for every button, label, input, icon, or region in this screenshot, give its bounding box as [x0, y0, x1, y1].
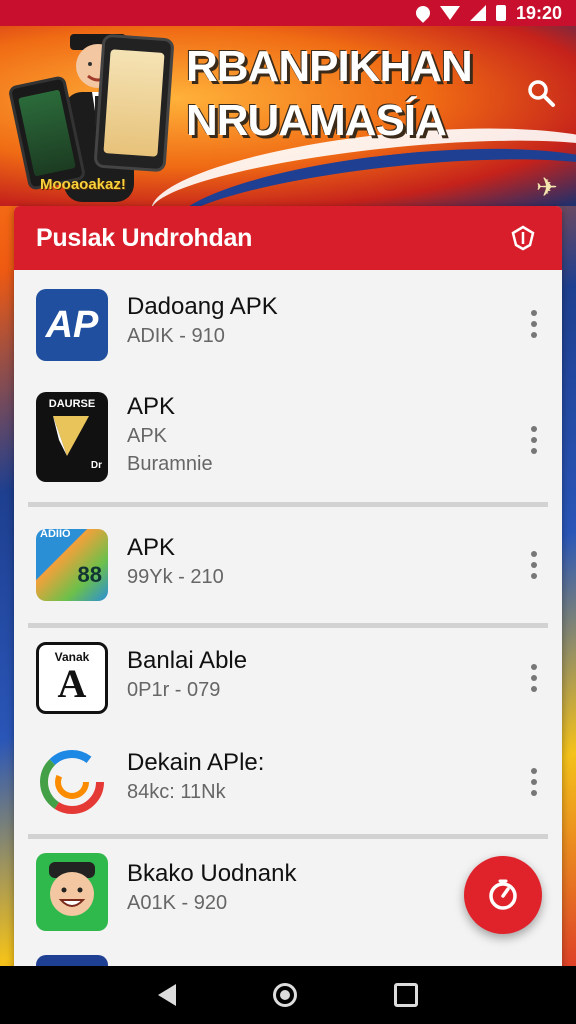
arrow-shape [53, 415, 89, 456]
app-version: 84kc: 11Nk [127, 781, 226, 803]
app-name: Banlai Able [127, 647, 248, 674]
promo-banner: RBANPIKHAN NRUAMASÍA Mooaoakaz! ✈ [0, 26, 576, 206]
apk-orange-map-icon: ADIIO 88 [36, 529, 108, 601]
status-time: 19:20 [515, 2, 562, 23]
more-options-icon[interactable] [530, 426, 538, 456]
apk-black-a-icon: Vanak A [36, 642, 108, 714]
list-item[interactable]: Dekain APle: 84kc: 11Nk [14, 732, 562, 834]
back-icon[interactable] [158, 984, 177, 1006]
app-version: APK [127, 425, 168, 447]
app-name: APK [127, 534, 176, 561]
app-name: Bkako Uodnank [127, 860, 297, 887]
system-nav-bar [0, 966, 576, 1024]
app-version: 0P1r - 079 [127, 679, 221, 701]
banner-title-line1: RBANPIKHAN [186, 42, 473, 91]
card-header: Puslak Undrohdan [14, 206, 562, 270]
list-item[interactable]: AP Dadoang APK ADIK - 910 [14, 270, 562, 380]
more-options-icon[interactable] [530, 664, 538, 694]
timer-icon [489, 879, 517, 910]
app-name: Dekain APle: [127, 749, 265, 776]
shield-icon[interactable] [510, 225, 536, 251]
list-item[interactable]: Vanak A Banlai Able 0P1r - 079 [14, 628, 562, 732]
airplane-icon: ✈ [536, 172, 558, 202]
download-fab-button[interactable] [464, 856, 542, 934]
signal-icon [469, 5, 486, 21]
apk-blue-icon: AP [36, 289, 108, 361]
card-title: Puslak Undrohdan [36, 223, 253, 252]
phone-illustration [93, 33, 175, 173]
list-item[interactable]: ADIIO 88 APK 99Yk - 210 [14, 507, 562, 623]
status-bar: 19:20 [0, 0, 576, 26]
apk-cartoon-face-icon [36, 853, 108, 931]
banner-title: RBANPIKHAN NRUAMASÍA [186, 40, 473, 148]
app-name: APK [127, 393, 176, 420]
apk-rainbow-swirl-icon [36, 746, 108, 818]
home-icon[interactable] [272, 983, 297, 1007]
more-options-icon[interactable] [530, 768, 538, 798]
wifi-icon [439, 6, 460, 20]
app-name: Dadoang APK [127, 293, 278, 320]
search-icon[interactable] [526, 78, 556, 108]
app-subtitle: Buramnie [127, 453, 213, 475]
more-options-icon[interactable] [530, 551, 538, 581]
list-item[interactable]: DAURSE Dr APK APK Buramnie [14, 380, 562, 502]
recent-apps-icon[interactable] [393, 983, 418, 1007]
app-version: A01K - 920 [127, 892, 228, 914]
banner-title-line2: NRUAMASÍA [186, 96, 447, 145]
more-options-icon[interactable] [530, 310, 538, 340]
location-icon [413, 3, 433, 23]
banner-caption: Mooaoakaz! [40, 176, 126, 193]
battery-icon [495, 5, 506, 21]
app-version: ADIK - 910 [127, 325, 225, 347]
apk-black-arrow-icon: DAURSE Dr [36, 392, 108, 482]
app-version: 99Yk - 210 [127, 566, 224, 588]
